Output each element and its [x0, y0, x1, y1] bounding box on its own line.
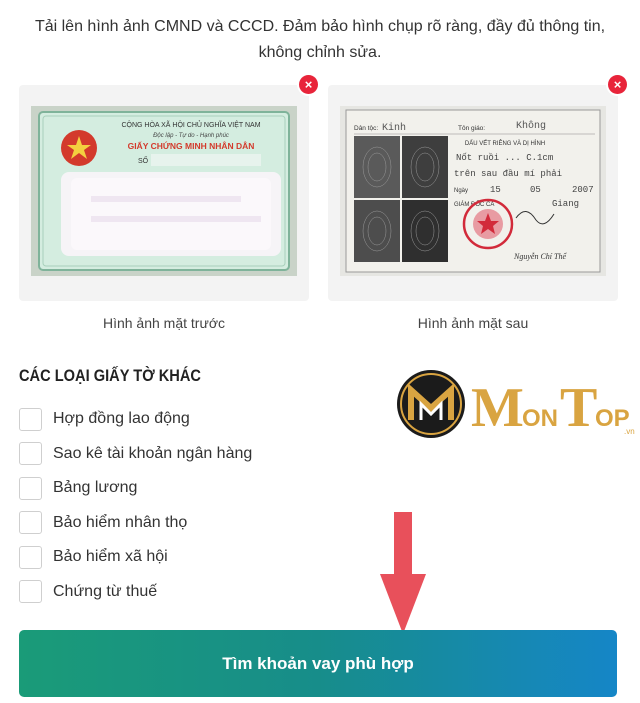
document-option-life-insurance[interactable]: Bảo hiểm nhân thọ — [19, 506, 252, 541]
document-option-label: Bảo hiểm nhân thọ — [53, 513, 188, 531]
checkbox[interactable] — [19, 580, 42, 604]
checkbox[interactable] — [19, 476, 42, 500]
back-id-image: Dân tộc: Kinh Tôn giáo: Không DẤU VẾT RI… — [340, 106, 606, 276]
svg-text:Nốt ruồi ... C.1cm: Nốt ruồi ... C.1cm — [456, 153, 553, 163]
montop-logo: M ON T OP .vn — [397, 370, 635, 439]
svg-text:.vn: .vn — [624, 427, 635, 436]
svg-text:DẤU VẾT RIÊNG VÀ DỊ HÌNH: DẤU VẾT RIÊNG VÀ DỊ HÌNH — [465, 139, 545, 147]
document-option-tax-documents[interactable]: Chứng từ thuế — [19, 575, 252, 610]
svg-text:M: M — [471, 377, 524, 439]
remove-back-image-button[interactable]: × — [608, 75, 627, 94]
checkbox[interactable] — [19, 407, 42, 431]
document-option-label: Chứng từ thuế — [53, 582, 158, 600]
document-option-payroll[interactable]: Bảng lương — [19, 471, 252, 506]
document-option-label: Bảng lương — [53, 479, 138, 497]
front-id-image: CỘNG HÒA XÃ HỘI CHỦ NGHĨA VIỆT NAM Độc l… — [31, 106, 297, 276]
checkbox[interactable] — [19, 545, 42, 569]
svg-text:Giang: Giang — [552, 199, 579, 209]
front-image-caption: Hình ảnh mặt trước — [102, 315, 226, 331]
arrow-down-icon — [380, 512, 426, 634]
back-id-upload[interactable]: Dân tộc: Kinh Tôn giáo: Không DẤU VẾT RI… — [328, 75, 627, 301]
svg-text:Kinh: Kinh — [382, 122, 406, 134]
checkbox[interactable] — [19, 442, 42, 466]
svg-text:Không: Không — [516, 120, 546, 132]
svg-text:ON: ON — [522, 405, 558, 432]
svg-text:05: 05 — [530, 185, 541, 195]
svg-text:Nguyễn Chí Thể: Nguyễn Chí Thể — [513, 252, 567, 261]
document-option-labor-contract[interactable]: Hợp đồng lao động — [19, 402, 252, 437]
remove-front-image-button[interactable]: × — [299, 75, 318, 94]
svg-text:T: T — [560, 377, 597, 439]
svg-text:Dân tộc:: Dân tộc: — [354, 125, 378, 132]
svg-text:CỘNG HÒA XÃ HỘI CHỦ NGHĨA VIỆT: CỘNG HÒA XÃ HỘI CHỦ NGHĨA VIỆT NAM — [121, 120, 260, 129]
back-image-caption: Hình ảnh mặt sau — [417, 315, 529, 331]
document-option-label: Bảo hiểm xã hội — [53, 548, 168, 566]
upload-instructions: Tải lên hình ảnh CMND và CCCD. Đảm bảo h… — [34, 18, 606, 61]
svg-text:Độc lập - Tự do - Hạnh phúc: Độc lập - Tự do - Hạnh phúc — [153, 133, 229, 139]
front-id-upload[interactable]: CỘNG HÒA XÃ HỘI CHỦ NGHĨA VIỆT NAM Độc l… — [19, 75, 318, 301]
checkbox[interactable] — [19, 511, 42, 535]
document-option-label: Sao kê tài khoản ngân hàng — [53, 444, 253, 462]
svg-text:Tôn giáo:: Tôn giáo: — [458, 125, 485, 132]
find-loan-button[interactable]: Tìm khoản vay phù hợp — [19, 630, 617, 697]
svg-text:15: 15 — [490, 185, 501, 195]
document-option-bank-statement[interactable]: Sao kê tài khoản ngân hàng — [19, 437, 252, 472]
svg-text:GIẤY CHỨNG MINH NHÂN DÂN: GIẤY CHỨNG MINH NHÂN DÂN — [128, 140, 255, 151]
svg-text:Ngày: Ngày — [454, 188, 468, 194]
other-documents-list: Hợp đồng lao động Sao kê tài khoản ngân … — [19, 402, 252, 609]
svg-text:trên sau đầu mí phải: trên sau đầu mí phải — [454, 169, 562, 179]
other-documents-title: CÁC LOẠI GIẤY TỜ KHÁC — [19, 366, 201, 385]
document-option-label: Hợp đồng lao động — [53, 410, 190, 428]
document-option-social-insurance[interactable]: Bảo hiểm xã hội — [19, 540, 252, 575]
svg-text:2007: 2007 — [572, 185, 594, 195]
